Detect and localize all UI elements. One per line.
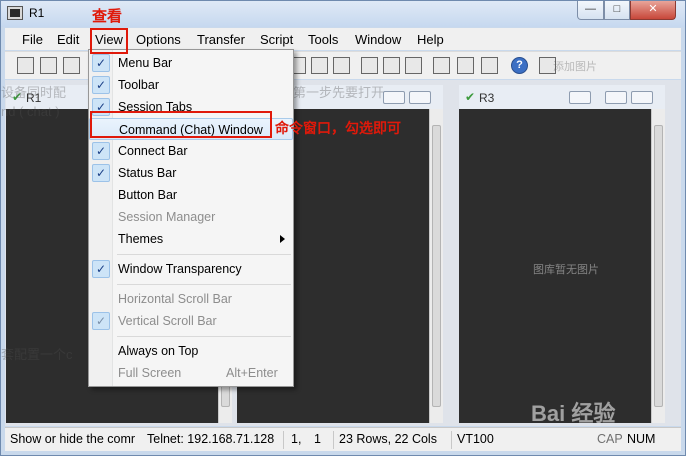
menu-separator — [117, 254, 291, 255]
menu-help[interactable]: Help — [417, 32, 444, 47]
check-icon: ✓ — [92, 260, 110, 278]
menu-item-connect-bar[interactable]: ✓ Connect Bar — [89, 140, 293, 162]
print-selection-icon[interactable] — [383, 57, 400, 74]
menu-item-themes[interactable]: Themes — [89, 228, 293, 250]
maximize-button[interactable]: □ — [604, 1, 630, 20]
connected-check-icon: ✔ — [465, 90, 476, 104]
menu-item-full-screen[interactable]: Full Screen Alt+Enter — [89, 362, 293, 384]
status-cursor-col: 1 — [314, 432, 321, 446]
global-options-icon[interactable] — [457, 57, 474, 74]
menu-item-label: Menu Bar — [118, 56, 173, 70]
view-menu-dropdown: ✓ Menu Bar ✓ Toolbar ✓ Session Tabs Comm… — [88, 49, 294, 387]
watermark-text: 图库暂无图片 — [533, 264, 599, 276]
session-pane-r3[interactable]: ✔ R3 — [459, 85, 665, 423]
quick-connect-icon[interactable] — [40, 57, 57, 74]
menu-item-window-transparency[interactable]: ✓ Window Transparency — [89, 258, 293, 280]
menu-item-label: Toolbar — [118, 78, 159, 92]
menu-item-toolbar[interactable]: ✓ Toolbar — [89, 74, 293, 96]
menu-separator — [117, 284, 291, 285]
menu-item-label: Vertical Scroll Bar — [118, 314, 217, 328]
status-terminal: VT100 — [457, 432, 494, 446]
menu-item-button-bar[interactable]: Button Bar — [89, 184, 293, 206]
find-icon[interactable] — [333, 57, 350, 74]
app-icon[interactable] — [7, 6, 23, 20]
menu-options[interactable]: Options — [136, 32, 181, 47]
check-icon: ✓ — [92, 142, 110, 160]
status-divider — [333, 431, 334, 449]
view-menu-highlight-box — [90, 28, 128, 54]
baidu-watermark: Bai 经验 — [531, 401, 616, 426]
connect-tab-icon[interactable] — [63, 57, 80, 74]
command-window-highlight-box — [90, 111, 272, 138]
menu-item-label: Horizontal Scroll Bar — [118, 292, 232, 306]
print-setup-icon[interactable] — [405, 57, 422, 74]
menu-item-menu-bar[interactable]: ✓ Menu Bar — [89, 52, 293, 74]
check-icon: ✓ — [92, 312, 110, 330]
status-bar: Show or hide the comr Telnet: 192.168.71… — [5, 427, 681, 451]
key-icon[interactable] — [481, 57, 498, 74]
vertical-scrollbar[interactable] — [429, 109, 443, 423]
status-cursor-row: 1, — [291, 432, 302, 446]
minimize-button[interactable]: — — [577, 1, 604, 20]
watermark-text: 第一步先要打开 — [293, 85, 385, 100]
status-size: 23 Rows, 22 Cols — [339, 432, 437, 446]
menu-item-label: Connect Bar — [118, 144, 188, 158]
menu-item-status-bar[interactable]: ✓ Status Bar — [89, 162, 293, 184]
menu-item-session-manager[interactable]: Session Manager — [89, 206, 293, 228]
check-icon: ✓ — [92, 76, 110, 94]
help-icon[interactable]: ? — [511, 57, 528, 74]
pane-header: ✔ R3 — [459, 85, 665, 109]
command-window-annotation: 命令窗口，勾选即可 — [275, 120, 401, 136]
status-divider — [283, 431, 284, 449]
status-caps: CAP — [597, 432, 623, 446]
paste-icon[interactable] — [311, 57, 328, 74]
status-hint: Show or hide the comr — [10, 432, 136, 446]
menu-file[interactable]: File — [22, 32, 43, 47]
menu-window[interactable]: Window — [355, 32, 401, 47]
menu-item-label: Always on Top — [118, 344, 199, 358]
pane-minimize-button[interactable] — [383, 91, 405, 104]
connect-icon[interactable] — [17, 57, 34, 74]
window-title: R1 — [29, 6, 45, 20]
pane-title: R3 — [479, 91, 495, 105]
menu-item-label: Status Bar — [118, 166, 177, 180]
menu-item-vertical-scroll-bar[interactable]: ✓ Vertical Scroll Bar — [89, 310, 293, 332]
check-icon: ✓ — [92, 54, 110, 72]
status-divider — [451, 431, 452, 449]
menu-edit[interactable]: Edit — [57, 32, 79, 47]
submenu-arrow-icon — [280, 235, 285, 243]
scroll-thumb[interactable] — [432, 125, 441, 407]
close-button[interactable]: ✕ — [630, 1, 676, 20]
settings-icon[interactable] — [433, 57, 450, 74]
status-connection: Telnet: 192.168.71.128 — [147, 432, 275, 446]
menu-item-label: Full Screen — [118, 366, 182, 380]
menu-item-label: Themes — [118, 232, 164, 246]
check-icon: ✓ — [92, 164, 110, 182]
menu-item-horizontal-scroll-bar[interactable]: Horizontal Scroll Bar — [89, 288, 293, 310]
application-window: R1 — □ ✕ File Edit View Options Transfer… — [0, 0, 686, 456]
watermark-text: 设备同时配 — [1, 85, 67, 100]
vertical-scrollbar[interactable] — [651, 109, 665, 423]
view-annotation: 查看 — [92, 8, 123, 25]
print-icon[interactable] — [361, 57, 378, 74]
menu-item-label: Window Transparency — [118, 262, 242, 276]
menu-item-always-on-top[interactable]: Always on Top — [89, 340, 293, 362]
pane-minimize-button[interactable] — [605, 91, 627, 104]
menu-item-label: Button Bar — [118, 188, 178, 202]
pane-maximize-button[interactable] — [409, 91, 431, 104]
menu-item-label: Session Manager — [118, 210, 216, 224]
menu-tools[interactable]: Tools — [308, 32, 338, 47]
watermark-text: 套配置一个c — [1, 347, 73, 362]
menu-script[interactable]: Script — [260, 32, 293, 47]
pane-close-button[interactable] — [569, 91, 591, 104]
menu-transfer[interactable]: Transfer — [197, 32, 245, 47]
watermark-add-image: 添加图片 — [553, 61, 597, 73]
watermark-text: nd ( chat ) — [1, 104, 60, 119]
status-num: NUM — [627, 432, 656, 446]
menu-item-shortcut: Alt+Enter — [226, 366, 278, 380]
pane-maximize-button[interactable] — [631, 91, 653, 104]
scroll-thumb[interactable] — [654, 125, 663, 407]
menu-separator — [117, 336, 291, 337]
